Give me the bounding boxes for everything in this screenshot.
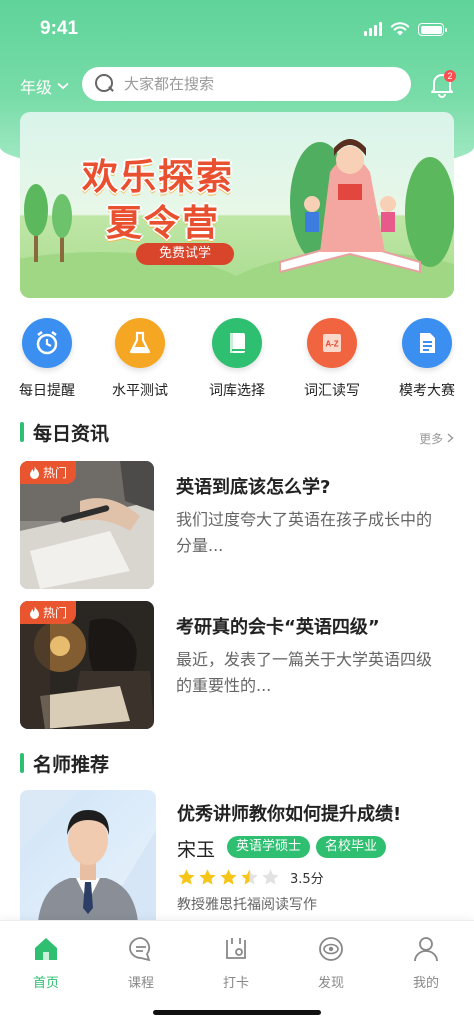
- section-accent-bar: [20, 753, 24, 773]
- flask-icon: [115, 318, 165, 368]
- tab-profile[interactable]: 我的: [396, 935, 456, 991]
- tab-discover[interactable]: 发现: [301, 935, 361, 991]
- quick-nav-label: 每日提醒: [19, 383, 75, 399]
- flame-icon: [29, 606, 39, 619]
- wifi-icon: [390, 22, 410, 36]
- banner-title-line1: 欢乐探索: [82, 157, 235, 198]
- teacher-name: 宋玉: [177, 839, 216, 861]
- star-full-icon: [199, 869, 216, 885]
- signal-icon: [364, 22, 382, 36]
- teacher-tag: 名校毕业: [316, 836, 387, 858]
- section-header-teachers: 名师推荐: [20, 750, 109, 776]
- free-trial-button[interactable]: 免费试学: [136, 243, 234, 265]
- tab-label: 课程: [127, 976, 154, 991]
- tab-label: 打卡: [222, 976, 249, 991]
- chat-bubble-icon: [129, 937, 151, 962]
- banner-illustration: [20, 139, 454, 298]
- search-bar[interactable]: [82, 67, 411, 101]
- teacher-photo: [20, 790, 156, 922]
- tab-courses[interactable]: 课程: [111, 935, 171, 991]
- quick-nav-label: 词库选择: [209, 383, 265, 399]
- news-title: 英语到底该怎么学?: [176, 477, 331, 498]
- news-item[interactable]: 热门 英语到底该怎么学? 我们过度夸大了英语在孩子成长中的分量...: [20, 461, 454, 589]
- quick-nav-label: 模考大赛: [399, 383, 455, 399]
- tab-label: 首页: [32, 976, 59, 991]
- teacher-card[interactable]: 优秀讲师教你如何提升成绩! 宋玉 英语学硕士 名校毕业 3.5分 教授雅思托福阅…: [20, 790, 454, 922]
- status-bar: 9:41: [0, 0, 474, 62]
- section-title: 名师推荐: [33, 753, 110, 776]
- banner-title-line2: 夏令营: [106, 203, 221, 244]
- grade-selector[interactable]: 年级: [20, 74, 69, 98]
- teacher-headline: 优秀讲师教你如何提升成绩!: [177, 804, 402, 825]
- tab-home[interactable]: 首页: [16, 935, 76, 991]
- chevron-down-icon: [57, 82, 69, 90]
- section-title: 每日资讯: [33, 422, 110, 445]
- a-z-card-icon: A-Z: [307, 318, 357, 368]
- document-icon: [402, 318, 452, 368]
- home-icon: [35, 938, 57, 960]
- quick-nav-daily-reminder[interactable]: 每日提醒: [7, 318, 87, 400]
- star-empty-icon: [262, 869, 279, 885]
- news-item[interactable]: 热门 考研真的会卡“英语四级” 最近，发表了一篇关于大学英语四级的重要性的...: [20, 601, 454, 729]
- hot-tag-label: 热门: [42, 606, 67, 620]
- book-icon: [212, 318, 262, 368]
- star-full-icon: [220, 869, 237, 885]
- status-icons: [364, 22, 447, 36]
- promo-banner[interactable]: 欢乐探索 夏令营 免费试学: [20, 112, 454, 298]
- news-title: 考研真的会卡“英语四级”: [176, 617, 380, 638]
- teacher-description: 教授雅思托福阅读写作: [177, 897, 317, 913]
- notification-badge: 2: [444, 70, 456, 82]
- news-description: 我们过度夸大了英语在孩子成长中的分量...: [176, 510, 433, 555]
- search-input[interactable]: [124, 75, 384, 93]
- quick-nav-wordbank[interactable]: 词库选择: [197, 318, 277, 400]
- hot-tag: 热门: [20, 461, 76, 484]
- eye-icon: [319, 937, 343, 961]
- svg-text:A-Z: A-Z: [325, 340, 338, 349]
- section-accent-bar: [20, 422, 24, 442]
- tab-label: 我的: [412, 976, 439, 991]
- status-time: 9:41: [40, 18, 79, 39]
- tab-label: 发现: [317, 976, 344, 991]
- quick-nav-label: 词汇读写: [304, 383, 360, 399]
- news-thumbnail: 热门: [20, 601, 154, 729]
- quick-nav-label: 水平测试: [112, 383, 168, 399]
- teacher-portrait: [20, 790, 156, 922]
- battery-icon: [418, 23, 447, 36]
- section-header-news: 每日资讯: [20, 419, 109, 445]
- chevron-right-icon: [447, 433, 454, 443]
- notification-button[interactable]: 2: [428, 70, 456, 98]
- news-thumbnail: 热门: [20, 461, 154, 589]
- check-in-icon: [226, 938, 246, 959]
- quick-nav-mock-exam[interactable]: 模考大赛: [387, 318, 467, 400]
- home-indicator: [153, 1010, 321, 1015]
- tab-check-in[interactable]: 打卡: [206, 935, 266, 991]
- hot-tag-label: 热门: [42, 466, 67, 480]
- grade-label: 年级: [20, 78, 53, 97]
- more-label: 更多: [419, 432, 444, 446]
- user-icon: [414, 937, 438, 962]
- quick-nav: 每日提醒 水平测试 词库选择 A-Z 词汇读写 模考大赛: [0, 318, 474, 402]
- news-description: 最近，发表了一篇关于大学英语四级的重要性的...: [176, 650, 433, 695]
- search-icon: [94, 73, 116, 95]
- flame-icon: [29, 466, 39, 479]
- quick-nav-level-test[interactable]: 水平测试: [100, 318, 180, 400]
- star-full-icon: [178, 869, 195, 885]
- more-link[interactable]: 更多: [419, 430, 454, 447]
- teacher-tag: 英语学硕士: [227, 836, 311, 858]
- alarm-clock-icon: [22, 318, 72, 368]
- quick-nav-vocab[interactable]: A-Z 词汇读写: [292, 318, 372, 400]
- rating-score: 3.5分: [290, 872, 324, 887]
- rating-stars: 3.5分: [177, 868, 324, 887]
- hot-tag: 热门: [20, 601, 76, 624]
- star-half-icon: [241, 869, 258, 885]
